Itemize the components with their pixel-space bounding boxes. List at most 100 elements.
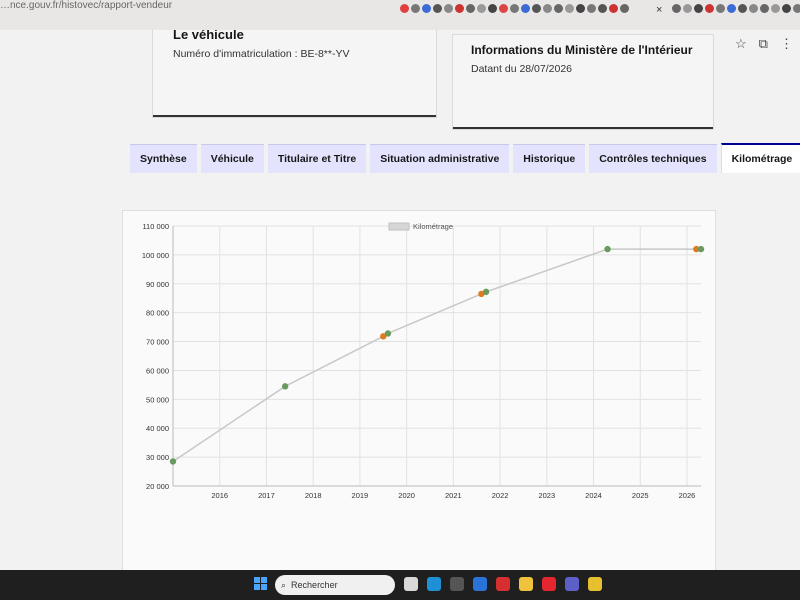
tab-favicon[interactable] xyxy=(576,4,585,13)
ministry-card-title: Informations du Ministère de l'Intérieur xyxy=(471,43,693,57)
mileage-line xyxy=(172,248,701,463)
browser-tabstrip-right xyxy=(672,4,800,13)
tab-favicon[interactable] xyxy=(716,4,725,13)
legend-label: Kilométrage xyxy=(413,222,453,231)
tab-favicon[interactable] xyxy=(510,4,519,13)
x-tick-label: 2016 xyxy=(211,491,228,500)
mail-icon[interactable] xyxy=(473,577,487,591)
page: Le véhicule Numéro d'immatriculation : B… xyxy=(0,22,800,592)
tab-favicon[interactable] xyxy=(598,4,607,13)
tab-synthese[interactable]: Synthèse xyxy=(130,144,197,173)
tab-favicon[interactable] xyxy=(411,4,420,13)
data-point xyxy=(169,458,177,465)
y-tick-label: 60 000 xyxy=(146,366,169,375)
files-app-icon[interactable] xyxy=(404,577,418,591)
tab-favicon[interactable] xyxy=(477,4,486,13)
l-app-icon[interactable] xyxy=(496,577,510,591)
x-tick-label: 2018 xyxy=(305,491,322,500)
chrome-icon[interactable] xyxy=(588,577,602,591)
tab-favicon[interactable] xyxy=(587,4,596,13)
tab-favicon[interactable] xyxy=(705,4,714,13)
mileage-panel: 20 000 30 000 40 000 50 000 60 000 70 000 80 0… xyxy=(122,210,716,592)
tab-favicon[interactable] xyxy=(793,4,800,13)
tab-controles-techniques[interactable]: Contrôles techniques xyxy=(589,144,717,173)
ministry-date: Datant du 28/07/2026 xyxy=(471,63,573,75)
store-icon[interactable] xyxy=(450,577,464,591)
tab-favicon[interactable] xyxy=(760,4,769,13)
y-tick-label: 30 000 xyxy=(146,453,169,462)
x-tick-label: 2025 xyxy=(632,491,649,500)
y-tick-label: 80 000 xyxy=(146,309,169,318)
search-placeholder: Rechercher xyxy=(291,580,338,590)
y-tick-label: 70 000 xyxy=(146,338,169,347)
ministry-card-underline xyxy=(453,127,713,129)
address-bar[interactable]: …nce.gouv.fr/histovec/rapport-vendeur xyxy=(0,0,172,11)
browser-toolbar: ☆ ⧉ ⋮ xyxy=(735,36,793,52)
y-tick-label: 110 000 xyxy=(142,222,169,231)
tab-vehicule[interactable]: Véhicule xyxy=(200,144,264,173)
browser-bar: …nce.gouv.fr/histovec/rapport-vendeur × xyxy=(0,0,800,30)
y-tick-label: 20 000 xyxy=(146,482,169,491)
opera-icon[interactable] xyxy=(542,577,556,591)
data-point xyxy=(281,383,289,390)
vehicle-card-underline xyxy=(153,115,436,117)
tab-favicon[interactable] xyxy=(609,4,618,13)
y-tick-label: 50 000 xyxy=(146,395,169,404)
data-point xyxy=(482,288,490,296)
data-point xyxy=(697,245,705,253)
extensions-icon[interactable]: ⧉ xyxy=(759,36,768,52)
tab-favicon[interactable] xyxy=(433,4,442,13)
tab-favicon[interactable] xyxy=(543,4,552,13)
tab-favicon[interactable] xyxy=(488,4,497,13)
tab-favicon[interactable] xyxy=(738,4,747,13)
tab-favicon[interactable] xyxy=(620,4,629,13)
tab-favicon[interactable] xyxy=(455,4,464,13)
y-tick-label: 100 000 xyxy=(142,251,169,260)
tab-favicon[interactable] xyxy=(771,4,780,13)
x-tick-label: 2022 xyxy=(492,491,509,500)
tab-favicon[interactable] xyxy=(672,4,681,13)
windows-start-icon[interactable] xyxy=(254,577,268,591)
x-tick-label: 2017 xyxy=(258,491,275,500)
tab-favicon[interactable] xyxy=(400,4,409,13)
x-tick-label: 2026 xyxy=(679,491,696,500)
taskbar-search[interactable]: ⌕ Rechercher xyxy=(275,575,395,595)
tab-favicon[interactable] xyxy=(466,4,475,13)
menu-dots-icon[interactable]: ⋮ xyxy=(780,36,793,52)
tab-situation-administrative[interactable]: Situation administrative xyxy=(370,144,510,173)
tab-favicon[interactable] xyxy=(521,4,530,13)
edge-icon[interactable] xyxy=(427,577,441,591)
tab-favicon[interactable] xyxy=(444,4,453,13)
y-tick-label: 40 000 xyxy=(146,424,169,433)
tab-favicon[interactable] xyxy=(565,4,574,13)
tab-favicon[interactable] xyxy=(683,4,692,13)
report-tabs: Synthèse Véhicule Titulaire et Titre Sit… xyxy=(130,143,800,173)
mileage-chart: 20 000 30 000 40 000 50 000 60 000 70 000 80 0… xyxy=(142,222,705,500)
tab-favicon[interactable] xyxy=(422,4,431,13)
tab-kilometrage[interactable]: Kilométrage xyxy=(720,143,800,173)
ministry-card: Informations du Ministère de l'Intérieur… xyxy=(452,34,714,130)
windows-taskbar: ⌕ Rechercher xyxy=(0,570,800,600)
tab-historique[interactable]: Historique xyxy=(513,144,586,173)
tab-favicon[interactable] xyxy=(782,4,791,13)
data-point xyxy=(604,245,611,253)
tab-favicon[interactable] xyxy=(554,4,563,13)
x-tick-label: 2020 xyxy=(398,491,415,500)
explorer-icon[interactable] xyxy=(519,577,533,591)
data-point xyxy=(384,330,392,337)
tab-favicon[interactable] xyxy=(532,4,541,13)
x-tick-label: 2021 xyxy=(445,491,462,500)
tab-favicon[interactable] xyxy=(499,4,508,13)
tab-titulaire[interactable]: Titulaire et Titre xyxy=(267,144,367,173)
tab-favicon[interactable] xyxy=(694,4,703,13)
tab-favicon[interactable] xyxy=(749,4,758,13)
search-icon: ⌕ xyxy=(281,579,287,590)
close-tab-icon[interactable]: × xyxy=(656,4,662,16)
tab-favicon[interactable] xyxy=(727,4,736,13)
teams-icon[interactable] xyxy=(565,577,579,591)
plate-number: Numéro d'immatriculation : BE-8**-YV xyxy=(173,48,350,60)
y-tick-label: 90 000 xyxy=(146,280,169,289)
x-tick-label: 2019 xyxy=(352,491,369,500)
legend-swatch xyxy=(388,222,410,231)
bookmark-star-icon[interactable]: ☆ xyxy=(735,36,747,52)
